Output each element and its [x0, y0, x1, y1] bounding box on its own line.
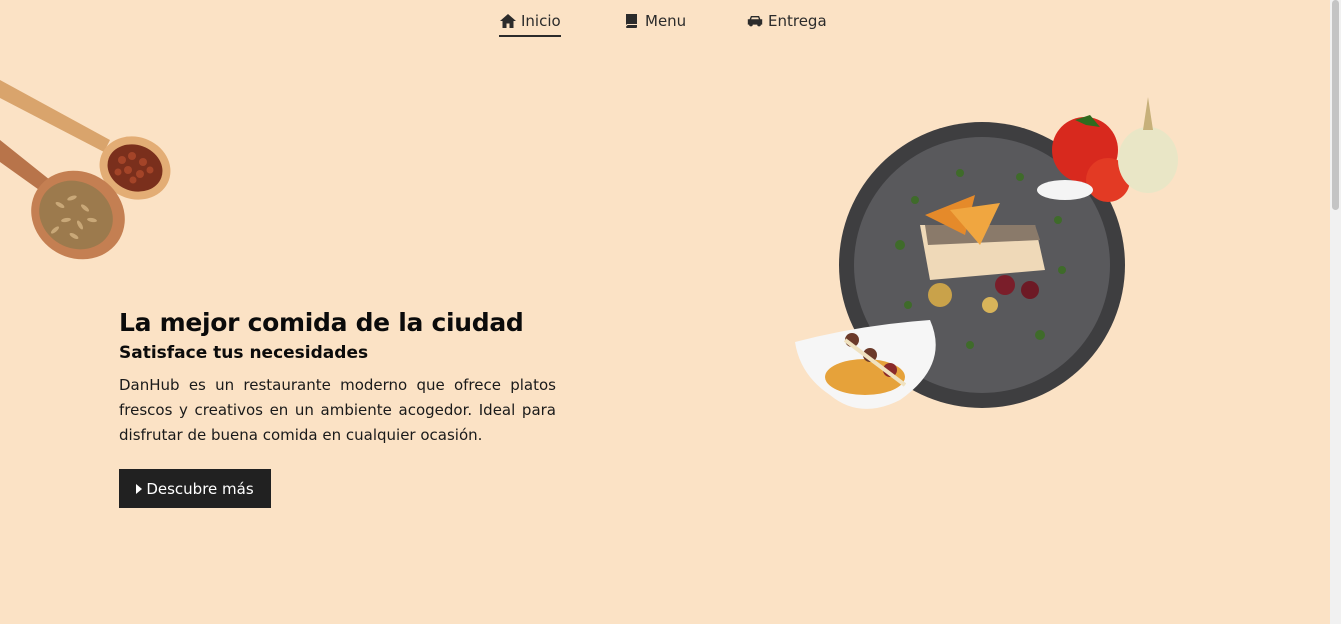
discover-more-button[interactable]: Descubre más — [119, 469, 271, 508]
hero-section: La mejor comida de la ciudad Satisface t… — [119, 308, 556, 448]
home-icon — [500, 14, 516, 28]
discover-more-label: Descubre más — [146, 479, 254, 498]
nav-item-inicio[interactable]: Inicio — [499, 10, 561, 37]
car-icon — [747, 16, 763, 27]
hero-description: DanHub es un restaurante moderno que ofr… — [119, 376, 556, 444]
nav-item-entrega[interactable]: Entrega — [746, 10, 827, 32]
nav-label-menu: Menu — [645, 12, 687, 30]
gourmet-fish-plate-image — [795, 97, 1178, 409]
caret-right-icon — [136, 483, 143, 494]
hero-title: La mejor comida de la ciudad — [119, 308, 524, 337]
nav-label-inicio: Inicio — [521, 12, 561, 30]
scrollbar-thumb[interactable] — [1332, 0, 1339, 210]
main-nav: Inicio Menu Entrega — [0, 0, 1330, 44]
nav-item-menu[interactable]: Menu — [623, 10, 686, 32]
page-scrollbar[interactable] — [1330, 0, 1341, 624]
spices-spoons-image — [0, 80, 171, 260]
hero-subtitle: Satisface tus necesidades — [119, 343, 369, 363]
nav-label-entrega: Entrega — [768, 12, 827, 30]
book-icon — [625, 14, 637, 28]
